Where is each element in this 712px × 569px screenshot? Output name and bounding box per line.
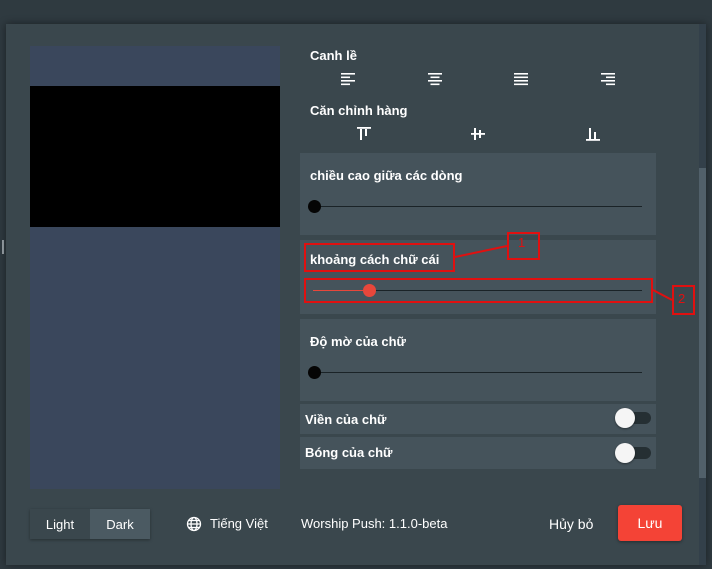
- save-button[interactable]: Lưu: [618, 505, 682, 541]
- globe-icon[interactable]: [186, 516, 204, 534]
- version-text: Worship Push: 1.1.0-beta: [301, 516, 448, 531]
- annotation-connectors: [454, 245, 673, 301]
- theme-toggle-group: Light Dark: [30, 509, 150, 539]
- light-theme-button[interactable]: Light: [30, 509, 90, 539]
- dark-theme-button[interactable]: Dark: [90, 509, 150, 539]
- cancel-button[interactable]: Hủy bỏ: [549, 516, 593, 532]
- language-selector[interactable]: Tiếng Việt: [210, 516, 268, 531]
